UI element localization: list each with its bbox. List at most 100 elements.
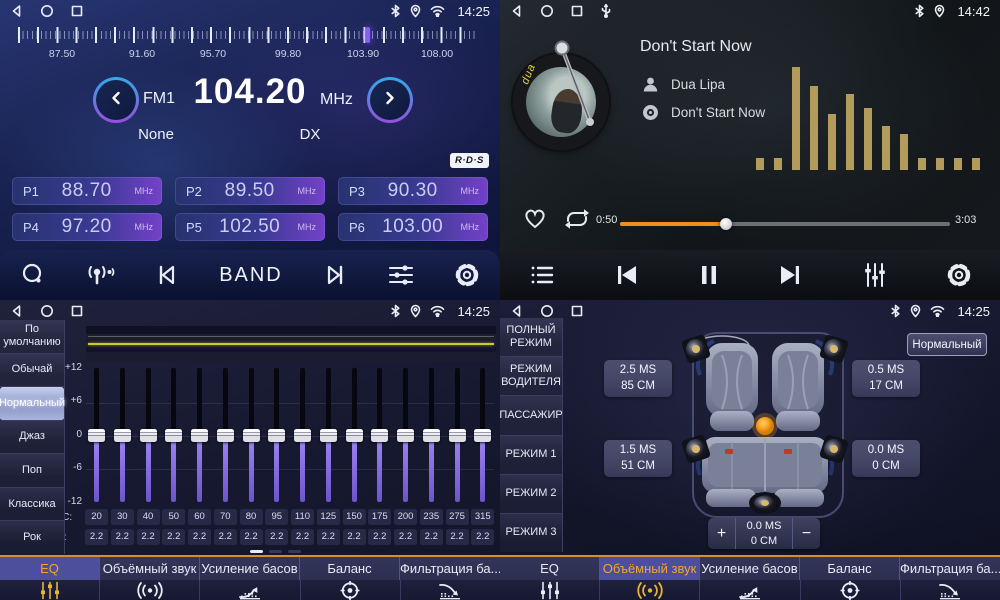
balance-icon[interactable] — [301, 580, 401, 600]
tune-sliders-icon[interactable] — [386, 262, 416, 288]
usb-icon[interactable] — [600, 4, 612, 18]
settings-gear-icon[interactable] — [945, 261, 973, 289]
slider-knob[interactable] — [114, 429, 131, 442]
q-chip[interactable]: 2.2 — [265, 529, 288, 545]
fc-chip[interactable]: 110 — [291, 509, 314, 525]
filter-icon[interactable] — [901, 580, 1000, 600]
recents-icon[interactable] — [570, 304, 584, 318]
preset-button-p4[interactable]: P497.20MHz — [12, 213, 162, 241]
prev-outline-icon[interactable] — [154, 262, 182, 288]
preset-button-p1[interactable]: P188.70MHz — [12, 177, 162, 205]
tab-surround[interactable]: Объёмный звук — [100, 557, 200, 580]
surround-icon[interactable] — [100, 580, 200, 600]
repeat-icon[interactable] — [562, 207, 592, 236]
back-icon[interactable] — [510, 4, 524, 18]
bass-boost-icon[interactable] — [200, 580, 300, 600]
playlist-icon[interactable] — [527, 262, 557, 288]
fc-chip[interactable]: 150 — [343, 509, 366, 525]
fc-chip[interactable]: 95 — [265, 509, 288, 525]
listening-mode-item[interactable]: ПАССАЖИР — [500, 396, 562, 435]
fc-chip[interactable]: 70 — [214, 509, 237, 525]
recents-icon[interactable] — [70, 304, 84, 318]
slider-knob[interactable] — [474, 429, 491, 442]
q-chip[interactable]: 2.2 — [343, 529, 366, 545]
tab-eq-sliders[interactable]: EQ — [0, 557, 100, 580]
seek-up-button[interactable] — [367, 77, 413, 123]
surround-icon[interactable] — [600, 580, 700, 600]
fc-chip[interactable]: 125 — [317, 509, 340, 525]
settings-gear-icon[interactable] — [453, 261, 481, 289]
q-chip[interactable]: 2.2 — [85, 529, 108, 545]
q-chip[interactable]: 2.2 — [420, 529, 443, 545]
fc-chip[interactable]: 30 — [111, 509, 134, 525]
slider-knob[interactable] — [397, 429, 414, 442]
tab-bass-boost[interactable]: Усиление басов — [200, 557, 300, 580]
slider-knob[interactable] — [268, 429, 285, 442]
fc-chip[interactable]: 50 — [162, 509, 185, 525]
fc-chip[interactable]: 200 — [394, 509, 417, 525]
home-icon[interactable] — [540, 4, 554, 18]
fc-chip[interactable]: 20 — [85, 509, 108, 525]
eq-preset-item[interactable]: Джаз — [0, 421, 64, 455]
preset-button-p2[interactable]: P289.50MHz — [175, 177, 325, 205]
eq-preset-item[interactable]: Классика — [0, 488, 64, 522]
tab-balance[interactable]: Баланс — [800, 557, 900, 580]
seek-bar[interactable] — [620, 222, 950, 226]
pause-icon[interactable] — [697, 262, 721, 288]
page-dash[interactable] — [250, 550, 263, 553]
next-filled-icon[interactable] — [775, 262, 805, 288]
page-dash[interactable] — [288, 550, 301, 553]
eq-sliders-icon[interactable] — [500, 580, 600, 600]
preset-button-p3[interactable]: P390.30MHz — [338, 177, 488, 205]
tab-filter[interactable]: Фильтрация ба... — [900, 557, 1000, 580]
dx-mode-label[interactable]: DX — [282, 126, 338, 143]
slider-knob[interactable] — [217, 429, 234, 442]
slider-knob[interactable] — [423, 429, 440, 442]
fc-chip[interactable]: 80 — [240, 509, 263, 525]
back-icon[interactable] — [10, 304, 24, 318]
eq-preset-item[interactable]: Рок — [0, 521, 64, 554]
front-right-delay[interactable]: 0.5 MS17 CM — [852, 360, 920, 397]
broadcast-icon[interactable] — [84, 261, 116, 289]
decrease-delay-button[interactable]: − — [793, 518, 820, 549]
listening-mode-item[interactable]: РЕЖИМ 2 — [500, 475, 562, 514]
eq-preset-item[interactable]: Нормальный — [0, 387, 64, 421]
eq-preset-item[interactable]: Поп — [0, 454, 64, 488]
q-chip[interactable]: 2.2 — [394, 529, 417, 545]
listening-mode-item[interactable]: РЕЖИМ 3 — [500, 514, 562, 552]
slider-knob[interactable] — [140, 429, 157, 442]
eq-preset-item[interactable]: По умолчанию — [0, 320, 64, 354]
front-left-delay[interactable]: 2.5 MS85 CM — [604, 360, 672, 397]
mixer-icon[interactable] — [860, 261, 890, 289]
tab-balance[interactable]: Баланс — [300, 557, 400, 580]
sound-preset-button[interactable]: Нормальный — [907, 333, 987, 356]
home-icon[interactable] — [540, 304, 554, 318]
rear-left-delay[interactable]: 1.5 MS51 CM — [604, 440, 672, 477]
slider-knob[interactable] — [88, 429, 105, 442]
slider-knob[interactable] — [346, 429, 363, 442]
eq-preset-item[interactable]: Обычай — [0, 354, 64, 388]
q-chip[interactable]: 2.2 — [291, 529, 314, 545]
eq-sliders-icon[interactable] — [0, 580, 100, 600]
slider-knob[interactable] — [449, 429, 466, 442]
next-outline-icon[interactable] — [320, 262, 348, 288]
fc-chip[interactable]: 275 — [446, 509, 469, 525]
page-indicator[interactable] — [250, 550, 301, 553]
slider-knob[interactable] — [165, 429, 182, 442]
search-icon[interactable] — [19, 261, 47, 289]
favorite-heart-icon[interactable] — [522, 206, 548, 235]
fc-chip[interactable]: 175 — [368, 509, 391, 525]
band-button[interactable]: BAND — [219, 264, 283, 287]
filter-icon[interactable] — [401, 580, 500, 600]
prev-filled-icon[interactable] — [612, 262, 642, 288]
slider-knob[interactable] — [191, 429, 208, 442]
q-chip[interactable]: 2.2 — [188, 529, 211, 545]
q-chip[interactable]: 2.2 — [317, 529, 340, 545]
fc-chip[interactable]: 315 — [471, 509, 494, 525]
preset-button-p6[interactable]: P6103.00MHz — [338, 213, 488, 241]
fc-chip[interactable]: 235 — [420, 509, 443, 525]
back-icon[interactable] — [10, 4, 24, 18]
slider-knob[interactable] — [294, 429, 311, 442]
slider-knob[interactable] — [320, 429, 337, 442]
listening-mode-item[interactable]: РЕЖИМ 1 — [500, 436, 562, 475]
